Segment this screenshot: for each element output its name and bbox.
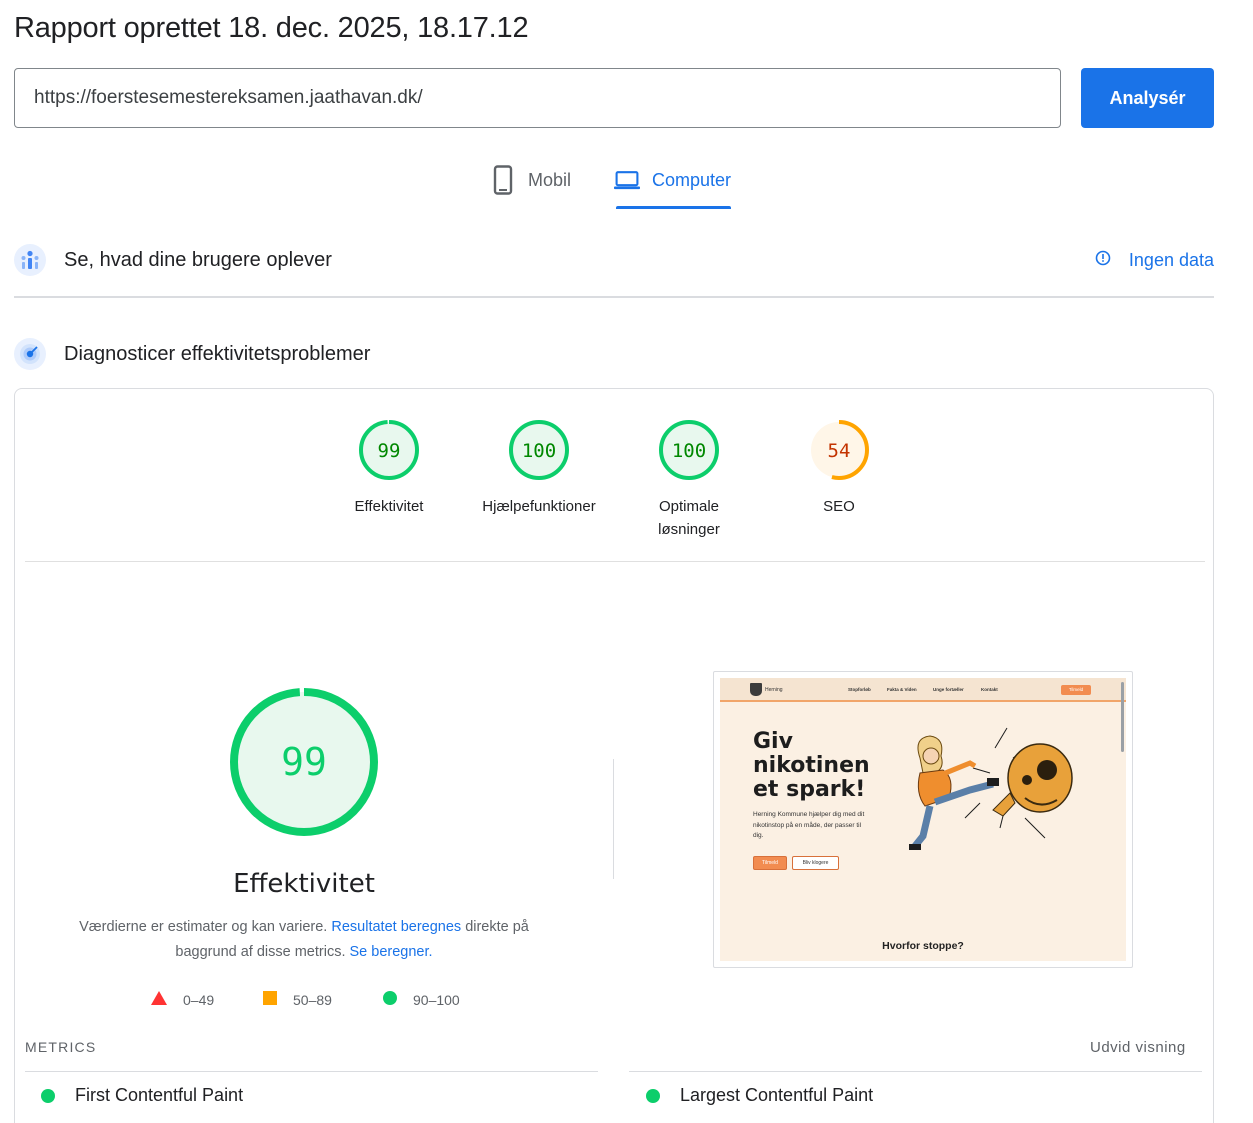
expand-view-toggle[interactable]: Udvid visning	[1090, 1039, 1186, 1056]
hero-illustration	[909, 727, 1073, 850]
heading-line: et spark!	[753, 777, 866, 802]
tab-computer[interactable]: Computer	[614, 160, 732, 212]
svg-text:99: 99	[378, 440, 401, 462]
heading-line: nikotinen	[753, 753, 870, 778]
score-label: Optimale løsninger	[658, 498, 720, 538]
url-input[interactable]	[14, 68, 1061, 128]
smartphone-icon	[490, 160, 516, 200]
score-label: SEO	[823, 498, 855, 515]
pass-circle-icon	[646, 1088, 660, 1103]
heading-line: Giv	[753, 729, 793, 754]
score-ring: 54	[809, 420, 869, 480]
screenshot-scrollbar	[1121, 682, 1124, 752]
triangle-icon	[151, 991, 167, 1008]
main-score-title: Effektivitet	[233, 869, 375, 899]
users-chart-icon	[14, 244, 46, 276]
screenshot-nav-button: Tilmeld	[1061, 685, 1091, 695]
screenshot-logo: Herning	[750, 683, 783, 696]
screenshot-primary-button: Tilmeld	[753, 856, 787, 870]
tab-mobile[interactable]: Mobil	[490, 160, 571, 212]
metric-name: Largest Contentful Paint	[680, 1085, 874, 1105]
metrics-divider	[25, 1071, 598, 1072]
score-gauge-accessibility[interactable]: 100 Hjælpefunktioner	[459, 419, 619, 518]
score-ring: 99	[359, 420, 419, 480]
screenshot-logo-text: Herning	[765, 686, 783, 693]
field-data-section: Se, hvad dine brugere oplever Ingen data	[14, 240, 1214, 280]
legend-range: 50–89	[293, 991, 332, 1008]
legend-range: 0–49	[183, 991, 215, 1008]
info-icon	[1095, 250, 1111, 271]
score-gauge-seo[interactable]: 54 SEO	[759, 419, 919, 518]
laptop-icon	[614, 160, 640, 200]
gauge-icon	[14, 338, 46, 370]
pass-circle-icon	[41, 1088, 55, 1103]
no-data-label: Ingen data	[1128, 249, 1214, 270]
circle-icon	[383, 991, 397, 1008]
screenshot-secondary-button: Bliv klogere	[792, 856, 839, 870]
legend-range: 90–100	[413, 991, 460, 1008]
screenshot-footer-heading: Hvorfor stoppe?	[882, 940, 964, 952]
screenshot-nav: Herning Stopforløb Fakta & Viden Unge fo…	[720, 678, 1126, 702]
legend-pass: 90–100	[383, 991, 460, 1008]
calculator-link[interactable]: Se beregner.	[350, 944, 433, 960]
shield-logo-icon	[750, 683, 762, 696]
metric-fcp: First Contentful Paint	[41, 1085, 243, 1106]
description-text: Værdierne er estimater og kan variere.	[79, 919, 328, 935]
svg-text:54: 54	[828, 440, 851, 462]
score-ring: 100	[659, 420, 719, 480]
no-data-link[interactable]: Ingen data	[1095, 250, 1214, 271]
screenshot-nav-link: Fakta & Viden	[887, 687, 917, 692]
screenshot-nav-link: Stopforløb	[848, 687, 871, 692]
metric-lcp: Largest Contentful Paint	[646, 1085, 873, 1106]
score-gauge-performance[interactable]: 99 Effektivitet	[309, 419, 469, 518]
report-title: Rapport oprettet 18. dec. 2025, 18.17.12	[14, 12, 529, 44]
score-ring: 100	[509, 420, 569, 480]
svg-text:100: 100	[672, 440, 706, 462]
lab-data-section: Diagnosticer effektivitetsproblemer	[14, 334, 1214, 374]
svg-text:99: 99	[281, 740, 327, 784]
field-data-title: Se, hvad dine brugere oplever	[64, 248, 332, 271]
analyze-button[interactable]: Analysér	[1081, 68, 1214, 128]
score-description: Værdierne er estimater og kan variere. R…	[65, 915, 543, 965]
main-score-gauge: 99	[230, 688, 378, 836]
legend-average: 50–89	[263, 991, 332, 1008]
screenshot-heading: Giv nikotinen et spark!	[753, 730, 870, 802]
screenshot-nav-link: Unge fortæller	[933, 687, 964, 692]
tab-computer-label: Computer	[652, 170, 732, 190]
metrics-header: METRICS	[25, 1039, 97, 1055]
card-divider	[25, 561, 1205, 562]
report-card: 99 Effektivitet 100 Hjælpefunktioner 100…	[14, 388, 1214, 1123]
metric-name: First Contentful Paint	[75, 1085, 244, 1105]
vertical-divider	[613, 759, 614, 879]
tab-mobile-label: Mobil	[528, 170, 572, 190]
lab-data-title: Diagnosticer effektivitetsproblemer	[64, 342, 371, 365]
score-gauge-best-practices[interactable]: 100 Optimale løsninger	[609, 419, 769, 541]
metrics-divider	[629, 1071, 1202, 1072]
screenshot-subtext: Herning Kommune hjælper dig med dit niko…	[753, 811, 865, 839]
calculated-link[interactable]: Resultatet beregnes	[331, 919, 461, 935]
score-label: Hjælpefunktioner	[482, 498, 596, 515]
screenshot-nav-link: Kontakt	[981, 687, 998, 692]
svg-text:100: 100	[522, 440, 556, 462]
final-screenshot: Herning Stopforløb Fakta & Viden Unge fo…	[713, 671, 1133, 968]
section-divider	[14, 296, 1214, 298]
screenshot-content: Herning Stopforløb Fakta & Viden Unge fo…	[720, 678, 1126, 961]
score-label: Effektivitet	[354, 498, 424, 515]
square-icon	[263, 991, 277, 1008]
legend-fail: 0–49	[151, 991, 214, 1008]
